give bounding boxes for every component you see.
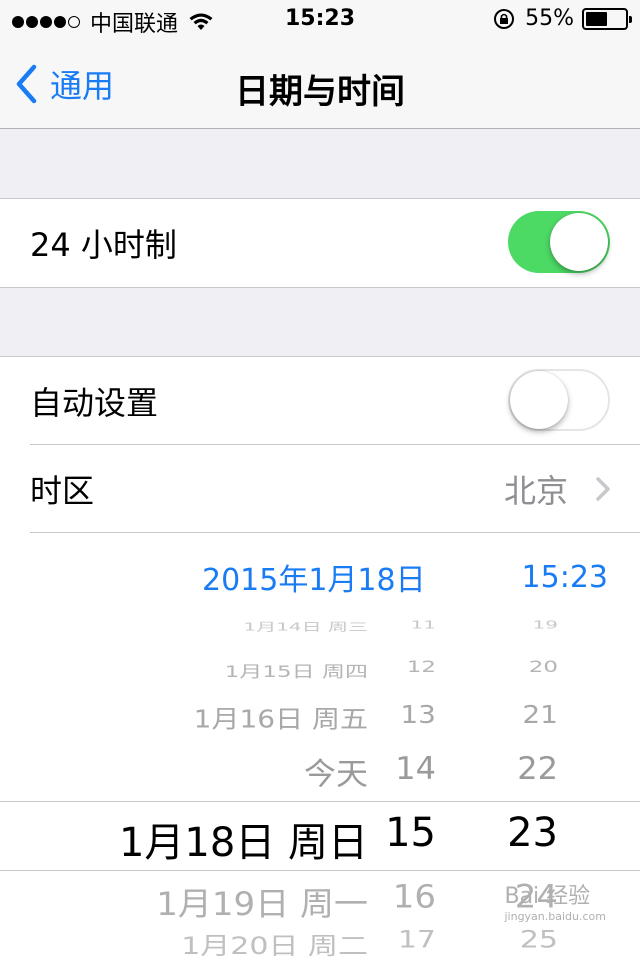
- row-date-time[interactable]: 2015年1月18日 15:23: [0, 533, 640, 621]
- picker-date-cell: 1月16日 周五: [193, 704, 368, 734]
- group-time-format: 24 小时制: [0, 198, 640, 288]
- page-title: 日期与时间: [235, 72, 405, 112]
- picker-date-cell: 1月18日 周日: [118, 820, 368, 866]
- picker-hour-cell: 16: [392, 878, 436, 916]
- baidu-watermark: Bai 经验 jingyan.baidu.com: [504, 884, 606, 923]
- picker-hour-cell: 12: [406, 658, 436, 677]
- row-timezone[interactable]: 时区 北京: [0, 445, 640, 533]
- row-timezone-label: 时区: [30, 472, 95, 510]
- picker-date-cell: 1月19日 周一: [156, 885, 368, 924]
- picker-date-cell: 1月20日 周二: [181, 932, 368, 960]
- battery-percent: 55%: [525, 6, 574, 31]
- row-auto-set-label: 自动设置: [30, 384, 159, 422]
- picker-date-cell: 1月15日 周四: [224, 662, 368, 682]
- timezone-value: 北京: [503, 472, 568, 510]
- picker-hour-cell: 13: [400, 700, 436, 730]
- picker-minute-cell: 21: [522, 700, 558, 730]
- picker-minute-cell: 19: [532, 620, 558, 632]
- picker-date-cell: 今天: [303, 755, 368, 793]
- picker-hour-cell: 14: [395, 750, 436, 787]
- picker-minute-cell: 20: [528, 658, 558, 677]
- picker-minute-cell: 22: [517, 750, 558, 787]
- battery-icon: [582, 7, 632, 30]
- toggle-knob: [550, 213, 608, 271]
- row-24-hour: 24 小时制: [0, 199, 640, 287]
- status-bar: 中国联通 15:23 55%: [0, 0, 640, 40]
- row-24-hour-label: 24 小时制: [30, 226, 177, 264]
- group-date-time: 自动设置 时区 北京 2015年1月18日 15:23: [0, 356, 640, 622]
- current-time: 15:23: [521, 559, 608, 595]
- picker-minute-cell: 25: [519, 926, 558, 954]
- current-date: 2015年1月18日: [202, 563, 426, 598]
- rotation-lock-icon: [494, 8, 515, 29]
- picker-date-cell: 1月14日 周三: [243, 620, 368, 634]
- picker-hour-cell: 17: [397, 926, 436, 954]
- status-right: 55%: [493, 6, 632, 31]
- chevron-right-icon: [596, 477, 610, 501]
- picker-hour-cell: 11: [410, 620, 436, 632]
- date-time-picker[interactable]: 1月14日 周三 11 19 1月15日 周四 12 20 1月16日 周五 13 21 今天 14…: [0, 620, 640, 960]
- toggle-24-hour[interactable]: [508, 211, 610, 273]
- row-auto-set: 自动设置: [0, 357, 640, 445]
- navigation-bar: 通用 日期与时间: [0, 40, 640, 129]
- toggle-auto-set[interactable]: [508, 369, 610, 431]
- toggle-knob: [510, 371, 568, 429]
- picker-minute-cell: 23: [507, 810, 558, 856]
- picker-hour-cell: 15: [385, 810, 436, 856]
